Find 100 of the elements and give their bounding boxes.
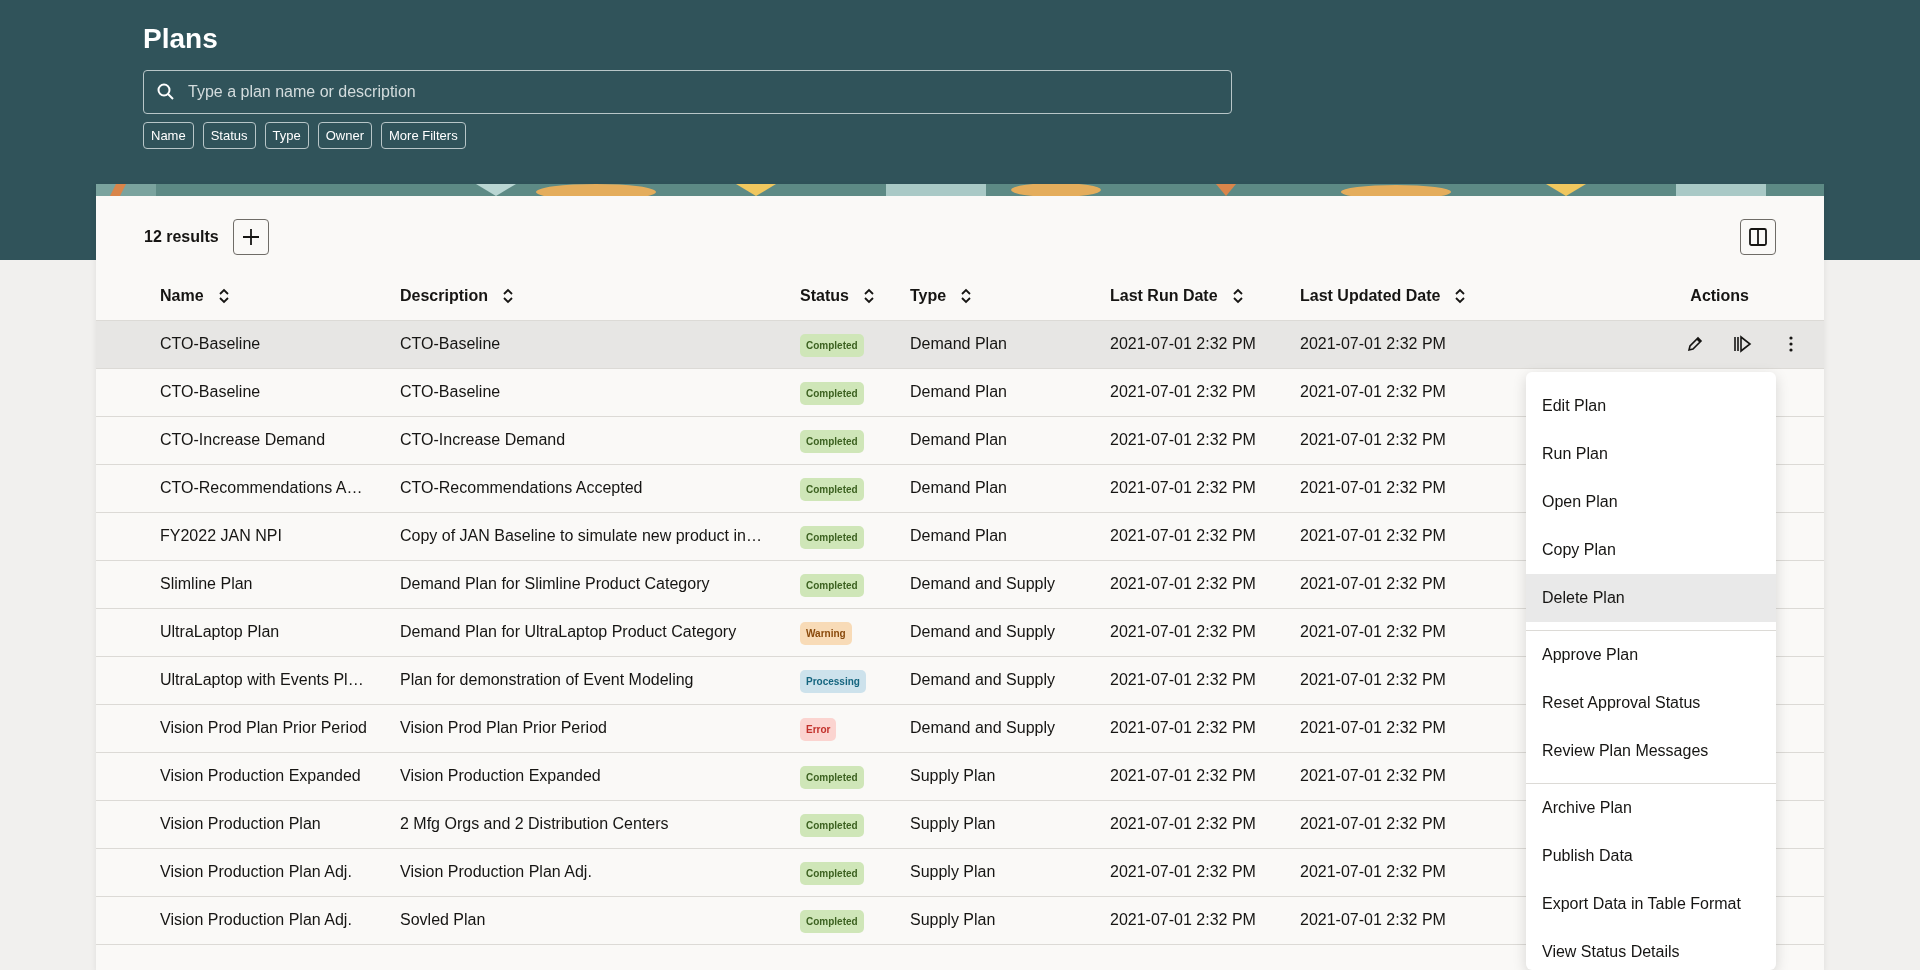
description-cell: Copy of JAN Baseline to simulate new product in… bbox=[400, 527, 762, 544]
type-cell: Supply Plan bbox=[910, 767, 996, 784]
filter-chip[interactable]: Name bbox=[143, 121, 194, 150]
type-cell: Supply Plan bbox=[910, 863, 996, 880]
name-cell: UltraLaptop with Events Pl… bbox=[160, 671, 364, 688]
description-cell: Demand Plan for Slimline Product Category bbox=[400, 575, 710, 592]
date-cell: 2021-07-01 2:32 PM bbox=[1300, 527, 1446, 544]
status-badge: Completed bbox=[800, 525, 864, 549]
filter-chip[interactable]: Status bbox=[202, 121, 256, 150]
menu-item[interactable]: Review Plan Messages bbox=[1526, 727, 1776, 775]
menu-item[interactable]: Approve Plan bbox=[1526, 631, 1776, 679]
type-cell: Demand Plan bbox=[910, 383, 1007, 400]
name-cell: Vision Prod Plan Prior Period bbox=[160, 719, 367, 736]
type-cell: Demand Plan bbox=[910, 335, 1007, 352]
date-cell: 2021-07-01 2:32 PM bbox=[1110, 671, 1256, 688]
status-badge: Error bbox=[800, 717, 837, 741]
menu-item[interactable]: Copy Plan bbox=[1526, 526, 1776, 574]
status-badge: Completed bbox=[800, 813, 864, 837]
date-cell: 2021-07-01 2:32 PM bbox=[1110, 863, 1256, 880]
add-button[interactable] bbox=[232, 219, 269, 255]
column-header[interactable]: Last Run Date bbox=[1110, 283, 1244, 308]
description-cell: Demand Plan for UltraLaptop Product Category bbox=[400, 623, 737, 640]
split-view-button[interactable] bbox=[1740, 219, 1776, 255]
page-title: Plans bbox=[143, 22, 219, 56]
menu-item[interactable]: Publish Data bbox=[1526, 832, 1776, 880]
name-cell: CTO-Baseline bbox=[160, 335, 261, 352]
menu-item[interactable]: Edit Plan bbox=[1526, 382, 1776, 430]
filter-chip[interactable]: Type bbox=[264, 121, 309, 150]
date-cell: 2021-07-01 2:32 PM bbox=[1300, 335, 1446, 352]
menu-item[interactable]: Export Data in Table Format bbox=[1526, 880, 1776, 928]
more-icon bbox=[1788, 335, 1794, 353]
description-cell: CTO-Increase Demand bbox=[400, 431, 566, 448]
name-cell: UltraLaptop Plan bbox=[160, 623, 280, 640]
name-cell: Vision Production Plan Adj. bbox=[160, 863, 352, 880]
name-cell: CTO-Baseline bbox=[160, 383, 261, 400]
date-cell: 2021-07-01 2:32 PM bbox=[1300, 671, 1446, 688]
column-header[interactable]: Name bbox=[160, 283, 230, 308]
description-cell: CTO-Baseline bbox=[400, 383, 501, 400]
date-cell: 2021-07-01 2:32 PM bbox=[1110, 911, 1256, 928]
date-cell: 2021-07-01 2:32 PM bbox=[1300, 575, 1446, 592]
date-cell: 2021-07-01 2:32 PM bbox=[1300, 431, 1446, 448]
date-cell: 2021-07-01 2:32 PM bbox=[1110, 575, 1256, 592]
pencil-icon bbox=[1686, 335, 1704, 353]
date-cell: 2021-07-01 2:32 PM bbox=[1110, 623, 1256, 640]
date-cell: 2021-07-01 2:32 PM bbox=[1300, 719, 1446, 736]
description-cell: CTO-Baseline bbox=[400, 335, 501, 352]
date-cell: 2021-07-01 2:32 PM bbox=[1110, 431, 1256, 448]
type-cell: Demand and Supply bbox=[910, 671, 1055, 688]
name-cell: Vision Production Expanded bbox=[160, 767, 361, 784]
search-field[interactable]: Type a plan name or description bbox=[143, 69, 1232, 114]
status-badge: Completed bbox=[800, 861, 864, 885]
sort-icon bbox=[1454, 287, 1467, 304]
menu-item[interactable]: Open Plan bbox=[1526, 478, 1776, 526]
menu-item[interactable]: Run Plan bbox=[1526, 430, 1776, 478]
status-badge: Completed bbox=[800, 477, 864, 501]
column-header[interactable]: Status bbox=[800, 283, 875, 308]
date-cell: 2021-07-01 2:32 PM bbox=[1300, 383, 1446, 400]
sort-icon bbox=[1231, 287, 1244, 304]
column-header[interactable]: Last Updated Date bbox=[1300, 283, 1467, 308]
menu-item[interactable]: Delete Plan bbox=[1526, 574, 1776, 622]
status-badge: Completed bbox=[800, 381, 864, 405]
status-badge: Completed bbox=[800, 333, 864, 357]
column-header[interactable]: Actions bbox=[1690, 283, 1749, 308]
play-icon bbox=[1733, 335, 1753, 353]
sort-icon bbox=[502, 287, 514, 304]
status-badge: Completed bbox=[800, 429, 864, 453]
column-header[interactable]: Description bbox=[400, 283, 514, 308]
type-cell: Demand and Supply bbox=[910, 623, 1055, 640]
search-icon bbox=[157, 82, 174, 100]
name-cell: Vision Production Plan Adj. bbox=[160, 911, 352, 928]
date-cell: 2021-07-01 2:32 PM bbox=[1110, 335, 1256, 352]
columns-icon bbox=[1749, 228, 1767, 246]
filter-chip[interactable]: Owner bbox=[317, 121, 373, 150]
menu-item[interactable]: View Status Details bbox=[1526, 928, 1776, 970]
menu-item[interactable]: Reset Approval Status bbox=[1526, 679, 1776, 727]
description-cell: Plan for demonstration of Event Modeling bbox=[400, 671, 694, 688]
date-cell: 2021-07-01 2:32 PM bbox=[1110, 767, 1256, 784]
sort-icon bbox=[960, 287, 973, 304]
sort-icon bbox=[217, 287, 230, 304]
column-header[interactable]: Type bbox=[910, 283, 973, 308]
date-cell: 2021-07-01 2:32 PM bbox=[1300, 479, 1446, 496]
status-badge: Completed bbox=[800, 573, 864, 597]
description-cell: Vision Prod Plan Prior Period bbox=[400, 719, 607, 736]
name-cell: CTO-Increase Demand bbox=[160, 431, 326, 448]
description-cell: Vision Production Plan Adj. bbox=[400, 863, 592, 880]
date-cell: 2021-07-01 2:32 PM bbox=[1300, 815, 1446, 832]
sort-icon bbox=[862, 287, 875, 304]
date-cell: 2021-07-01 2:32 PM bbox=[1300, 767, 1446, 784]
name-cell: Slimline Plan bbox=[160, 575, 253, 592]
status-badge: Completed bbox=[800, 765, 864, 789]
description-cell: Vision Production Expanded bbox=[400, 767, 601, 784]
date-cell: 2021-07-01 2:32 PM bbox=[1110, 479, 1256, 496]
type-cell: Demand and Supply bbox=[910, 575, 1055, 592]
name-cell: CTO-Recommendations A… bbox=[160, 479, 363, 496]
menu-item[interactable]: Archive Plan bbox=[1526, 784, 1776, 832]
date-cell: 2021-07-01 2:32 PM bbox=[1110, 719, 1256, 736]
status-badge: Warning bbox=[800, 621, 852, 645]
date-cell: 2021-07-01 2:32 PM bbox=[1300, 911, 1446, 928]
type-cell: Demand Plan bbox=[910, 479, 1007, 496]
filter-chip[interactable]: More Filters bbox=[381, 121, 466, 150]
